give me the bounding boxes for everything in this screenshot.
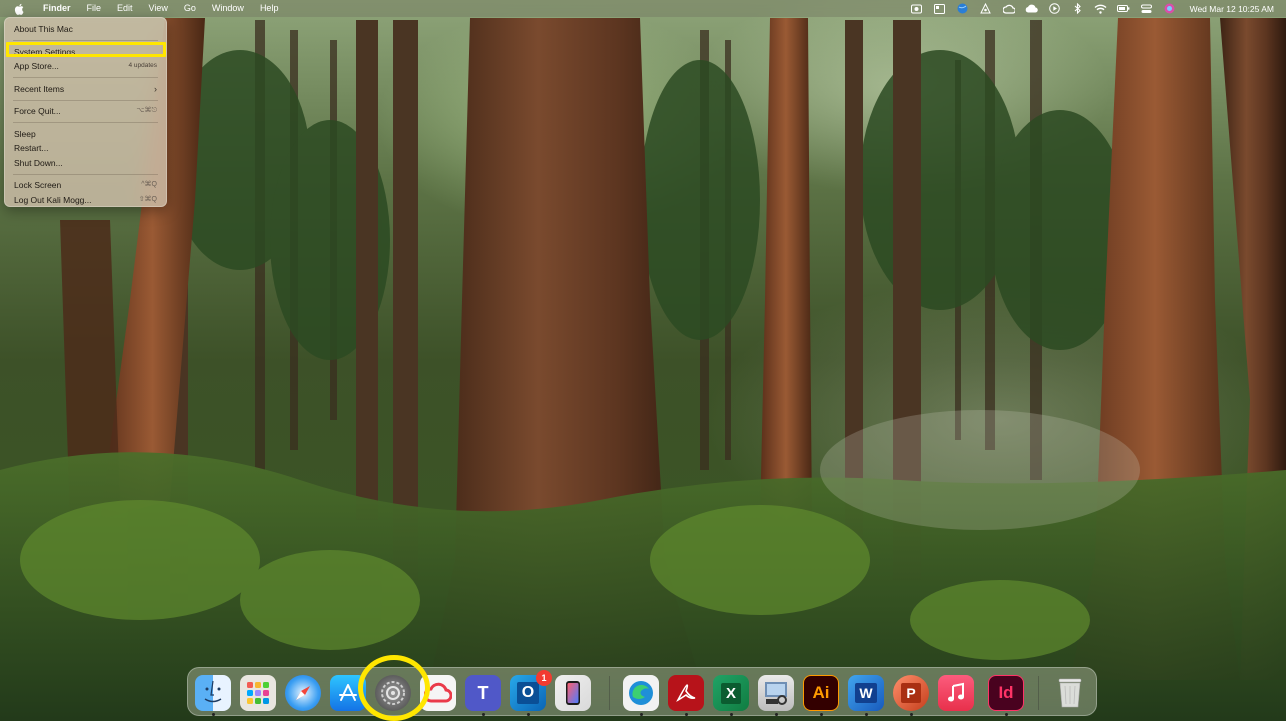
menu-shortcut: ⌥⌘⎋	[136, 107, 157, 114]
menu-item-restart[interactable]: Restart...	[5, 141, 166, 156]
dock-system-settings-icon[interactable]	[375, 675, 411, 711]
menu-file[interactable]: File	[79, 0, 110, 17]
forest-illustration	[0, 18, 1286, 721]
menu-item-label: Force Quit...	[14, 106, 61, 116]
menu-separator	[13, 122, 158, 123]
control-center-icon[interactable]	[1140, 3, 1154, 15]
dock-safari-icon[interactable]	[285, 675, 321, 711]
app-window-icon[interactable]	[933, 3, 947, 15]
indesign-letters: Id	[998, 683, 1014, 702]
running-indicator	[730, 713, 733, 716]
menu-separator	[13, 40, 158, 41]
dock-iphone-mirroring-icon[interactable]	[555, 675, 591, 711]
menu-item-label: Restart...	[14, 143, 49, 153]
running-indicator	[910, 713, 913, 716]
menu-edit[interactable]: Edit	[109, 0, 141, 17]
apple-menu-dropdown: About This Mac System Settings... App St…	[4, 17, 167, 207]
menu-separator	[13, 173, 158, 175]
menu-separator	[13, 77, 158, 78]
outlook-letter: O	[516, 682, 540, 704]
globe-icon[interactable]	[956, 3, 970, 15]
battery-icon[interactable]	[1117, 3, 1131, 15]
dock-word-icon[interactable]: W	[848, 675, 884, 711]
app-store-updates-badge: 4 updates	[128, 62, 157, 69]
dock-trash-icon[interactable]	[1052, 675, 1088, 711]
dock-illustrator-icon[interactable]: Ai	[803, 675, 839, 711]
dock-launchpad-icon[interactable]	[240, 675, 276, 711]
menu-item-label: Sleep	[14, 128, 36, 139]
menu-item-about-this-mac[interactable]: About This Mac	[5, 22, 166, 37]
menu-item-shut-down[interactable]: Shut Down...	[5, 156, 166, 171]
outlook-notification-badge: 1	[536, 670, 552, 686]
menu-item-label: About This Mac	[14, 24, 73, 34]
dock-separator	[609, 676, 610, 710]
menu-window[interactable]: Window	[204, 0, 252, 17]
menu-shortcut: ^⌘Q	[141, 181, 157, 188]
creative-cloud-icon[interactable]	[1002, 3, 1016, 15]
teams-letter-icon: T	[477, 682, 489, 703]
play-icon[interactable]	[1048, 3, 1062, 15]
chevron-right-icon: ›	[154, 83, 157, 94]
dock-creative-cloud-icon[interactable]	[420, 675, 456, 711]
cloud-icon[interactable]	[1025, 3, 1039, 15]
menu-item-recent-items[interactable]: Recent Items ›	[5, 82, 166, 97]
menu-bar: Finder File Edit View Go Window Help Wed…	[0, 0, 1286, 17]
vpn-icon[interactable]	[979, 3, 993, 15]
menu-item-system-settings[interactable]: System Settings...	[5, 45, 166, 60]
menu-item-sleep[interactable]: Sleep	[5, 127, 166, 142]
dock-teams-icon[interactable]: T	[465, 675, 501, 711]
wifi-icon[interactable]	[1094, 3, 1108, 15]
dock-acrobat-icon[interactable]	[668, 675, 704, 711]
dock-preview-icon[interactable]	[758, 675, 794, 711]
dock-finder-icon[interactable]	[195, 675, 231, 711]
menu-separator	[13, 99, 158, 101]
word-letter: W	[855, 683, 877, 703]
menu-item-label: Lock Screen	[14, 180, 62, 190]
running-indicator	[640, 713, 643, 716]
running-indicator	[527, 713, 530, 716]
running-indicator	[482, 713, 485, 716]
menu-item-lock-screen[interactable]: Lock Screen ^⌘Q	[5, 178, 166, 193]
desktop-wallpaper	[0, 0, 1286, 721]
dock-indesign-icon[interactable]: Id	[988, 675, 1024, 711]
menu-item-log-out[interactable]: Log Out Kali Mogg... ⇧⌘Q	[5, 193, 166, 208]
menu-item-label: App Store...	[14, 61, 59, 71]
menu-item-force-quit[interactable]: Force Quit... ⌥⌘⎋	[5, 104, 166, 119]
dock-separator	[1038, 676, 1039, 710]
dock-excel-icon[interactable]: X	[713, 675, 749, 711]
screen-record-icon[interactable]	[910, 3, 924, 15]
running-indicator	[865, 713, 868, 716]
running-indicator	[1005, 713, 1008, 716]
excel-letter: X	[720, 682, 741, 704]
dock-powerpoint-icon[interactable]: P	[893, 675, 929, 711]
menu-help[interactable]: Help	[252, 0, 287, 17]
dock: T O 1 X Ai W P Id	[187, 667, 1097, 716]
dock-music-icon[interactable]	[938, 675, 974, 711]
dock-app-store-icon[interactable]	[330, 675, 366, 711]
powerpoint-letter: P	[901, 683, 921, 703]
menubar-clock[interactable]: Wed Mar 12 10:25 AM	[1190, 4, 1274, 14]
running-indicator	[775, 713, 778, 716]
running-indicator	[685, 713, 688, 716]
running-indicator	[212, 713, 215, 716]
apple-logo-icon[interactable]	[12, 2, 26, 16]
menu-item-app-store[interactable]: App Store... 4 updates	[5, 59, 166, 74]
menu-shortcut: ⇧⌘Q	[138, 195, 157, 203]
menu-item-label: Recent Items	[14, 83, 65, 94]
menu-view[interactable]: View	[141, 0, 176, 17]
menu-item-label: System Settings...	[14, 46, 83, 57]
siri-icon[interactable]	[1163, 3, 1177, 15]
menu-item-label: Shut Down...	[14, 157, 63, 168]
menu-finder[interactable]: Finder	[35, 0, 79, 17]
running-indicator	[820, 713, 823, 716]
dock-edge-icon[interactable]	[623, 675, 659, 711]
menu-go[interactable]: Go	[176, 0, 204, 17]
menu-item-label: Log Out Kali Mogg...	[14, 194, 92, 205]
illustrator-letters: Ai	[812, 683, 830, 702]
bluetooth-icon[interactable]	[1071, 3, 1085, 15]
